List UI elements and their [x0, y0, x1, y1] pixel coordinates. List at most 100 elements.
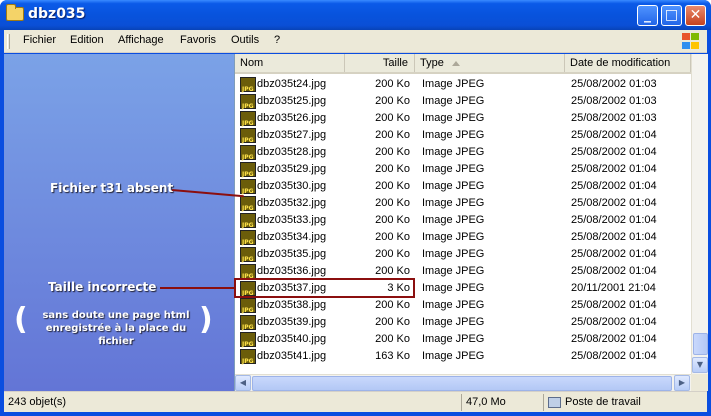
folder-icon: [6, 4, 24, 21]
file-row[interactable]: dbz035t38.jpg 200 Ko Image JPEG 25/08/2002 …: [235, 297, 691, 319]
file-name: dbz035t33.jpg: [257, 214, 327, 226]
horizontal-scroll-thumb[interactable]: [252, 376, 672, 391]
file-name: dbz035t27.jpg: [257, 129, 327, 141]
vertical-scrollbar[interactable]: ▼: [691, 54, 708, 374]
jpeg-file-icon: [240, 247, 256, 268]
status-bar: 243 objet(s) 47,0 Mo Poste de travail: [4, 391, 707, 412]
annotation-note: sans doute une page html enregistrée à l…: [28, 309, 204, 348]
status-objects: 243 objet(s): [6, 394, 462, 411]
file-date: 25/08/2002 01:04: [571, 197, 657, 209]
annotation-note-line1: sans doute une page html: [42, 310, 190, 321]
file-date: 25/08/2002 01:04: [571, 265, 657, 277]
jpeg-file-icon: [240, 213, 256, 234]
file-type: Image JPEG: [422, 299, 485, 311]
file-name: dbz035t26.jpg: [257, 112, 327, 124]
column-date[interactable]: Date de modification: [565, 54, 691, 72]
file-row[interactable]: dbz035t40.jpg 200 Ko Image JPEG 25/08/2002 …: [235, 331, 691, 353]
jpeg-file-icon: [240, 264, 256, 285]
file-size: 200 Ko: [375, 112, 410, 124]
file-type: Image JPEG: [422, 146, 485, 158]
file-type: Image JPEG: [422, 163, 485, 175]
scroll-corner: [691, 374, 708, 391]
status-location-label: Poste de travail: [565, 396, 641, 408]
file-date: 25/08/2002 01:04: [571, 146, 657, 158]
status-size: 47,0 Mo: [462, 394, 544, 411]
file-type: Image JPEG: [422, 350, 485, 362]
file-date: 25/08/2002 01:04: [571, 299, 657, 311]
menu-affichage[interactable]: Affichage: [118, 34, 164, 46]
jpeg-file-icon: [240, 230, 256, 251]
file-row[interactable]: dbz035t34.jpg 200 Ko Image JPEG 25/08/2002 …: [235, 229, 691, 251]
file-date: 25/08/2002 01:03: [571, 78, 657, 90]
file-name: dbz035t25.jpg: [257, 95, 327, 107]
jpeg-file-icon: [240, 179, 256, 200]
file-type: Image JPEG: [422, 95, 485, 107]
column-header: Nom Taille Type Date de modification: [235, 54, 691, 74]
file-name: dbz035t38.jpg: [257, 299, 327, 311]
maximize-button[interactable]: □: [661, 5, 682, 26]
annotation-wrong-size: Taille incorrecte: [48, 280, 157, 294]
vertical-scroll-thumb[interactable]: [693, 333, 708, 355]
annotation-arrow-size: [160, 287, 236, 289]
menu-fichier[interactable]: Fichier: [23, 34, 56, 46]
file-name: dbz035t41.jpg: [257, 350, 327, 362]
file-size: 200 Ko: [375, 197, 410, 209]
file-size: 200 Ko: [375, 78, 410, 90]
file-type: Image JPEG: [422, 197, 485, 209]
jpeg-file-icon: [240, 162, 256, 183]
file-type: Image JPEG: [422, 112, 485, 124]
file-type: Image JPEG: [422, 248, 485, 260]
file-date: 25/08/2002 01:04: [571, 316, 657, 328]
file-row[interactable]: dbz035t33.jpg 200 Ko Image JPEG 25/08/2002 …: [235, 212, 691, 234]
column-type[interactable]: Type: [415, 54, 565, 72]
close-button[interactable]: ✕: [685, 5, 706, 26]
file-date: 20/11/2001 21:04: [571, 282, 656, 294]
menu-favoris[interactable]: Favoris: [180, 34, 216, 46]
minimize-button[interactable]: _: [637, 5, 658, 26]
file-type: Image JPEG: [422, 231, 485, 243]
highlight-box: [234, 278, 415, 298]
file-size: 200 Ko: [375, 316, 410, 328]
jpeg-file-icon: [240, 111, 256, 132]
file-size: 200 Ko: [375, 299, 410, 311]
file-row[interactable]: dbz035t30.jpg 200 Ko Image JPEG 25/08/2002 …: [235, 178, 691, 200]
file-date: 25/08/2002 01:04: [571, 180, 657, 192]
menu-edition[interactable]: Edition: [70, 34, 104, 46]
file-name: dbz035t30.jpg: [257, 180, 327, 192]
file-row[interactable]: dbz035t24.jpg 200 Ko Image JPEG 25/08/2002 …: [235, 76, 691, 98]
file-row[interactable]: dbz035t41.jpg 163 Ko Image JPEG 25/08/2002 …: [235, 348, 691, 370]
file-type: Image JPEG: [422, 180, 485, 192]
file-row[interactable]: dbz035t25.jpg 200 Ko Image JPEG 25/08/2002 …: [235, 93, 691, 115]
column-name[interactable]: Nom: [235, 54, 345, 72]
menu-help[interactable]: ?: [274, 34, 280, 46]
file-size: 200 Ko: [375, 146, 410, 158]
file-date: 25/08/2002 01:03: [571, 112, 657, 124]
menu-bar: Fichier Edition Affichage Favoris Outils…: [4, 30, 707, 53]
file-row[interactable]: dbz035t28.jpg 200 Ko Image JPEG 25/08/2002 …: [235, 144, 691, 166]
column-size[interactable]: Taille: [345, 54, 415, 72]
status-location: Poste de travail: [544, 394, 704, 411]
menu-outils[interactable]: Outils: [231, 34, 259, 46]
file-row[interactable]: dbz035t32.jpg 200 Ko Image JPEG 25/08/2002 …: [235, 195, 691, 217]
file-date: 25/08/2002 01:04: [571, 350, 657, 362]
file-size: 200 Ko: [375, 231, 410, 243]
jpeg-file-icon: [240, 315, 256, 336]
file-row[interactable]: dbz035t29.jpg 200 Ko Image JPEG 25/08/2002 …: [235, 161, 691, 183]
file-row[interactable]: dbz035t39.jpg 200 Ko Image JPEG 25/08/2002 …: [235, 314, 691, 336]
horizontal-scrollbar[interactable]: ◀ ▶: [235, 374, 691, 391]
file-date: 25/08/2002 01:03: [571, 95, 657, 107]
title-bar[interactable]: dbz035 _ □ ✕: [0, 0, 711, 30]
scroll-down-button[interactable]: ▼: [692, 357, 708, 373]
jpeg-file-icon: [240, 145, 256, 166]
column-type-label: Type: [420, 57, 444, 69]
jpeg-file-icon: [240, 332, 256, 353]
file-row[interactable]: dbz035t35.jpg 200 Ko Image JPEG 25/08/2002 …: [235, 246, 691, 268]
file-row[interactable]: dbz035t26.jpg 200 Ko Image JPEG 25/08/2002 …: [235, 110, 691, 132]
file-row[interactable]: dbz035t27.jpg 200 Ko Image JPEG 25/08/2002 …: [235, 127, 691, 149]
file-date: 25/08/2002 01:04: [571, 129, 657, 141]
jpeg-file-icon: [240, 128, 256, 149]
annotation-paren-left: (: [14, 302, 28, 337]
file-name: dbz035t39.jpg: [257, 316, 327, 328]
scroll-left-button[interactable]: ◀: [235, 375, 251, 391]
scroll-right-button[interactable]: ▶: [674, 375, 690, 391]
